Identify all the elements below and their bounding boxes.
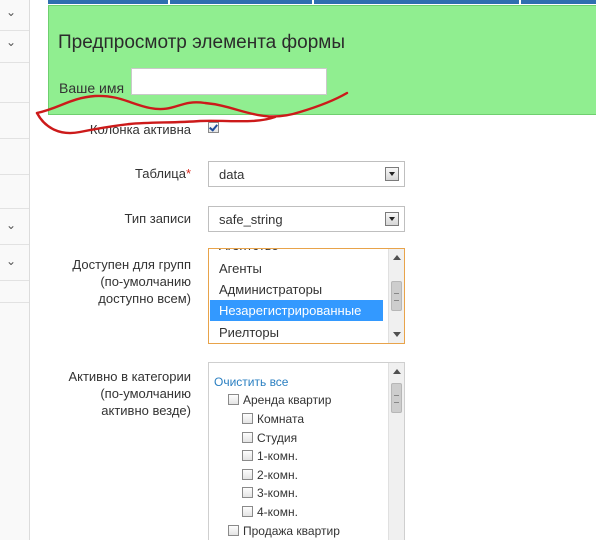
category-checkbox[interactable]: [242, 413, 253, 425]
name-input[interactable]: [131, 68, 327, 95]
sidebar-row[interactable]: ⌄: [0, 244, 29, 281]
tree-item[interactable]: Аренда квартир: [228, 392, 331, 408]
list-item[interactable]: Агенты: [210, 258, 383, 279]
categories-scrollbar[interactable]: [388, 363, 404, 540]
record-type-select[interactable]: safe_string: [208, 206, 405, 232]
categories-tree: Очистить все Аренда квартир Комната Студ…: [208, 362, 405, 540]
chevron-down-icon[interactable]: ⌄: [6, 255, 16, 267]
tree-item[interactable]: 2-комн.: [242, 467, 298, 483]
list-item[interactable]: Риелторы: [210, 322, 383, 343]
categories-label: Активно в категории (по-умолчанию активн…: [68, 369, 191, 418]
list-item[interactable]: Агентство: [210, 249, 383, 256]
record-type-select-value: safe_string: [219, 212, 283, 227]
scroll-thumb[interactable]: [391, 383, 402, 413]
category-checkbox[interactable]: [242, 487, 253, 499]
groups-label: Доступен для групп (по-умолчанию доступн…: [72, 257, 191, 306]
category-checkbox[interactable]: [242, 432, 253, 444]
category-checkbox[interactable]: [242, 469, 253, 481]
tree-item[interactable]: 4-комн.: [242, 504, 298, 520]
preview-title: Предпросмотр элемента формы: [58, 32, 346, 53]
sidebar-row[interactable]: ⌄: [0, 208, 29, 245]
tree-item[interactable]: Студия: [242, 430, 297, 446]
tab-segment[interactable]: [521, 0, 596, 4]
tree-item[interactable]: 3-комн.: [242, 485, 298, 501]
chevron-down-icon[interactable]: ⌄: [6, 36, 16, 48]
list-item-selected[interactable]: Незарегистрированные: [210, 300, 383, 321]
sidebar-row: [0, 62, 29, 103]
sidebar-row[interactable]: ⌄: [0, 30, 29, 63]
left-sidebar: ⌄ ⌄ ⌄ ⌄: [0, 0, 30, 540]
sidebar-row: [0, 174, 29, 209]
name-label: Ваше имя: [59, 80, 125, 96]
scroll-thumb[interactable]: [391, 281, 402, 311]
chevron-down-icon[interactable]: [385, 167, 399, 181]
table-select-value: data: [219, 167, 245, 182]
tree-item[interactable]: Продажа квартир: [228, 523, 340, 539]
clear-all-link[interactable]: Очистить все: [214, 375, 288, 389]
groups-listbox[interactable]: Агентство Агенты Администраторы Незареги…: [208, 248, 405, 344]
list-item[interactable]: Администраторы: [210, 279, 383, 300]
sidebar-row: [0, 102, 29, 139]
category-checkbox[interactable]: [242, 506, 253, 518]
scroll-up-icon[interactable]: [393, 255, 401, 260]
sidebar-row: [0, 138, 29, 175]
record-type-label: Тип записи: [124, 211, 191, 226]
top-tab-strip: [48, 0, 596, 4]
tab-segment[interactable]: [314, 0, 519, 4]
tree-item[interactable]: 1-комн.: [242, 448, 298, 464]
table-label: Таблица*: [134, 166, 191, 181]
groups-scrollbar[interactable]: [388, 249, 404, 343]
required-mark: *: [185, 166, 191, 181]
scroll-down-icon[interactable]: [393, 332, 401, 337]
scroll-up-icon[interactable]: [393, 369, 401, 374]
tree-item[interactable]: Комната: [242, 411, 304, 427]
chevron-down-icon[interactable]: ⌄: [6, 6, 16, 18]
category-checkbox[interactable]: [228, 525, 239, 537]
category-checkbox[interactable]: [242, 450, 253, 462]
sidebar-row: [0, 280, 29, 303]
active-column-checkbox[interactable]: [208, 122, 219, 133]
tab-segment[interactable]: [48, 0, 168, 4]
category-checkbox[interactable]: [228, 394, 239, 406]
active-column-label: Колонка активна: [89, 122, 191, 137]
table-select[interactable]: data: [208, 161, 405, 187]
chevron-down-icon[interactable]: [385, 212, 399, 226]
chevron-down-icon[interactable]: ⌄: [6, 219, 16, 231]
tab-segment[interactable]: [170, 0, 312, 4]
sidebar-row[interactable]: ⌄: [0, 0, 29, 31]
form-preview-panel: Предпросмотр элемента формы Ваше имя: [48, 5, 596, 115]
